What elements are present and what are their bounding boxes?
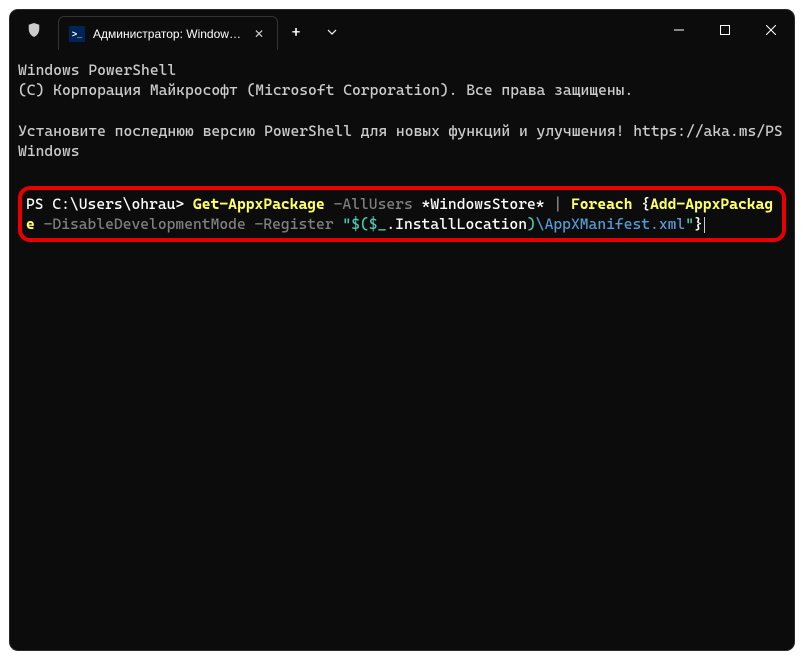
output-line: Установите последнюю версию PowerShell д… xyxy=(18,121,786,162)
cmdlet: Foreach xyxy=(571,195,633,213)
manifest-path: \AppXManifest.xml xyxy=(536,215,685,233)
shield-app-icon xyxy=(10,10,58,50)
variable: $_ xyxy=(369,215,387,233)
terminal-body[interactable]: Windows PowerShell (C) Корпорация Майкро… xyxy=(10,50,794,252)
output-line xyxy=(18,101,786,121)
string-open: "$( xyxy=(342,215,368,233)
tab-title: Администратор: Windows Pc xyxy=(93,27,243,41)
close-tab-icon[interactable]: ✕ xyxy=(251,26,267,42)
property: .InstallLocation xyxy=(386,215,527,233)
param: -DisableDevelopmentMode -Register xyxy=(35,215,343,233)
prompt-text: PS C:\Users\ohrau> xyxy=(26,195,193,213)
cmdlet: Get-AppxPackage xyxy=(193,195,325,213)
new-tab-button[interactable]: + xyxy=(278,14,314,50)
powershell-icon: >_ xyxy=(69,26,85,42)
terminal-window: >_ Администратор: Windows Pc ✕ + Windows… xyxy=(10,10,794,650)
output-line: (C) Корпорация Майкрософт (Microsoft Cor… xyxy=(18,80,786,100)
param: -AllUsers xyxy=(325,195,422,213)
command-highlight: PS C:\Users\ohrau> Get-AppxPackage -AllU… xyxy=(18,186,786,243)
pipe: | xyxy=(545,195,571,213)
command-line: PS C:\Users\ohrau> Get-AppxPackage -AllU… xyxy=(26,194,778,235)
close-window-button[interactable] xyxy=(748,10,794,50)
window-controls xyxy=(656,10,794,50)
paren-close: ) xyxy=(527,215,536,233)
maximize-button[interactable] xyxy=(702,10,748,50)
string-close: " xyxy=(685,215,694,233)
filter-arg: *WindowsStore* xyxy=(422,195,545,213)
cursor xyxy=(704,217,705,233)
brace: } xyxy=(694,215,703,233)
tab-dropdown-button[interactable] xyxy=(314,14,350,50)
brace: { xyxy=(632,195,650,213)
minimize-button[interactable] xyxy=(656,10,702,50)
tab-active[interactable]: >_ Администратор: Windows Pc ✕ xyxy=(58,16,278,50)
output-line: Windows PowerShell xyxy=(18,60,786,80)
titlebar: >_ Администратор: Windows Pc ✕ + xyxy=(10,10,794,50)
output-line xyxy=(18,161,786,181)
